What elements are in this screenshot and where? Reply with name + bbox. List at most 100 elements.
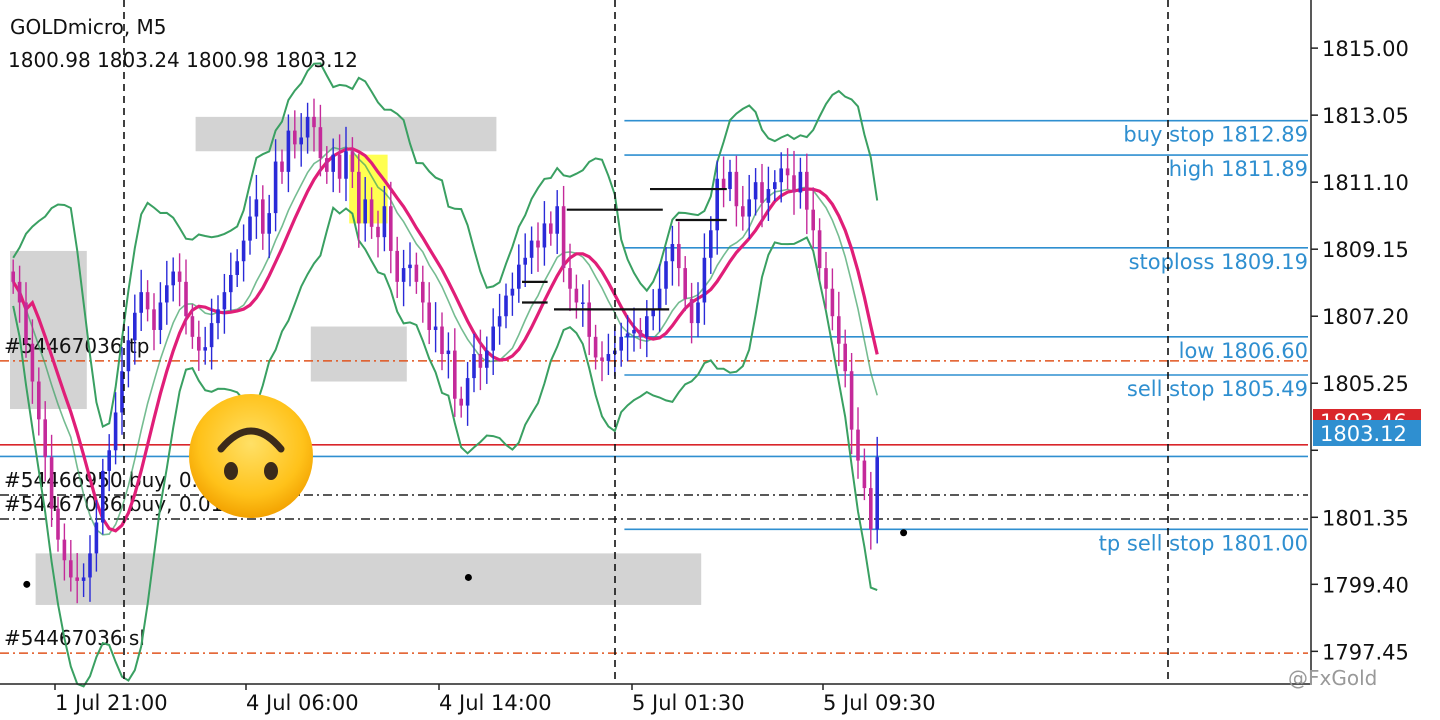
bid-price-label: 1803.12 xyxy=(1320,422,1407,446)
level-label-high: high 1811.89 xyxy=(1169,157,1308,181)
candle-body xyxy=(209,323,214,348)
candle-body xyxy=(728,171,732,190)
emoji-icon xyxy=(189,394,313,518)
candle-body xyxy=(593,336,598,358)
price-chart[interactable]: buy stop 1812.89 high 1811.89 stoploss 180… xyxy=(0,0,1440,720)
candle-body xyxy=(318,127,323,159)
price-tick-label: 1801.35 xyxy=(1322,506,1409,530)
price-tick-label: 1809.15 xyxy=(1322,238,1409,262)
candle-body xyxy=(145,292,150,310)
candle-body xyxy=(549,223,553,234)
candle-body xyxy=(17,281,22,303)
candle-body xyxy=(357,171,361,224)
candle-body xyxy=(773,182,777,190)
candle-body xyxy=(24,302,28,344)
candle-body xyxy=(638,329,643,337)
candle-body xyxy=(529,240,534,258)
time-tick-label: 5 Jul 09:30 xyxy=(823,691,936,715)
candle-body xyxy=(389,206,393,251)
candle-body xyxy=(696,302,700,324)
candle-body xyxy=(331,154,335,172)
candle-body xyxy=(280,161,284,172)
candle-body xyxy=(600,357,604,361)
candle-body xyxy=(414,264,419,282)
candle-body xyxy=(574,288,579,303)
ohlc-values: 1800.98 1803.24 1800.98 1803.12 xyxy=(8,48,358,72)
candle-body xyxy=(56,508,60,540)
candle-body xyxy=(753,182,758,200)
price-zone-3 xyxy=(35,553,702,605)
candle-body xyxy=(747,199,751,217)
candle-body xyxy=(395,250,399,282)
candle-body xyxy=(171,271,175,286)
candle-body xyxy=(875,457,879,530)
candle-body xyxy=(670,244,675,262)
candle-body xyxy=(587,302,591,337)
candle-body xyxy=(337,154,342,179)
candle-body xyxy=(267,213,271,234)
candle-body xyxy=(536,240,540,248)
candle-body xyxy=(510,288,515,296)
candle-body xyxy=(81,577,86,581)
candle-body xyxy=(382,206,387,238)
candle-body xyxy=(184,281,188,317)
price-zone-0 xyxy=(10,250,87,410)
candle-body xyxy=(30,343,35,382)
candle-body xyxy=(248,216,252,241)
candle-body xyxy=(69,560,73,578)
candle-body xyxy=(11,271,15,282)
candle-body xyxy=(440,326,444,355)
candle-body xyxy=(811,209,815,231)
candle-body xyxy=(190,316,195,337)
marker-dot-0 xyxy=(23,580,31,588)
candle-body xyxy=(177,271,182,282)
candle-body xyxy=(222,292,227,310)
time-tick-label: 4 Jul 14:00 xyxy=(439,691,552,715)
candle-body xyxy=(197,336,201,351)
candle-body xyxy=(433,326,438,330)
candle-body xyxy=(152,309,156,330)
level-label-low: low 1806.60 xyxy=(1179,339,1308,363)
candle-body xyxy=(478,354,483,368)
level-label-tp-sell-stop: tp sell stop 1801.00 xyxy=(1099,531,1308,555)
candle-body xyxy=(517,264,521,289)
candle-body xyxy=(158,302,163,330)
candle-body xyxy=(709,230,713,258)
candle-body xyxy=(625,333,630,337)
candle-body xyxy=(843,343,847,372)
candle-body xyxy=(856,429,860,461)
candle-body xyxy=(472,354,476,379)
candle-body xyxy=(619,336,623,351)
candle-body xyxy=(325,158,329,172)
candle-body xyxy=(203,347,207,351)
upside-down-face-emoji xyxy=(186,391,316,521)
candle-body xyxy=(645,316,649,337)
candle-body xyxy=(299,137,303,145)
candle-body xyxy=(689,299,694,324)
candle-body xyxy=(49,457,54,509)
candle-body xyxy=(139,292,143,313)
candle-body xyxy=(555,206,559,234)
candle-body xyxy=(446,350,451,355)
candle-body xyxy=(408,264,412,269)
time-tick-label: 4 Jul 06:00 xyxy=(246,691,359,715)
candle-body xyxy=(606,354,611,361)
candle-body xyxy=(862,460,867,489)
candle-body xyxy=(766,189,771,203)
candle-body xyxy=(401,268,406,282)
candle-body xyxy=(350,151,355,172)
candle-body xyxy=(632,329,636,334)
candle-body xyxy=(683,268,687,300)
price-tick-label: 1815.00 xyxy=(1322,37,1409,61)
candle-body xyxy=(760,182,764,203)
highlight-zone xyxy=(349,154,388,224)
candle-body xyxy=(581,302,585,304)
candle-body xyxy=(241,240,246,262)
candle-body xyxy=(491,326,495,351)
candle-body xyxy=(37,381,41,420)
candle-body xyxy=(43,419,47,458)
level-label-buy-stop: buy stop 1812.89 xyxy=(1123,123,1308,147)
candle-body xyxy=(293,130,297,145)
candle-body xyxy=(376,226,380,238)
candle-body xyxy=(824,268,828,289)
